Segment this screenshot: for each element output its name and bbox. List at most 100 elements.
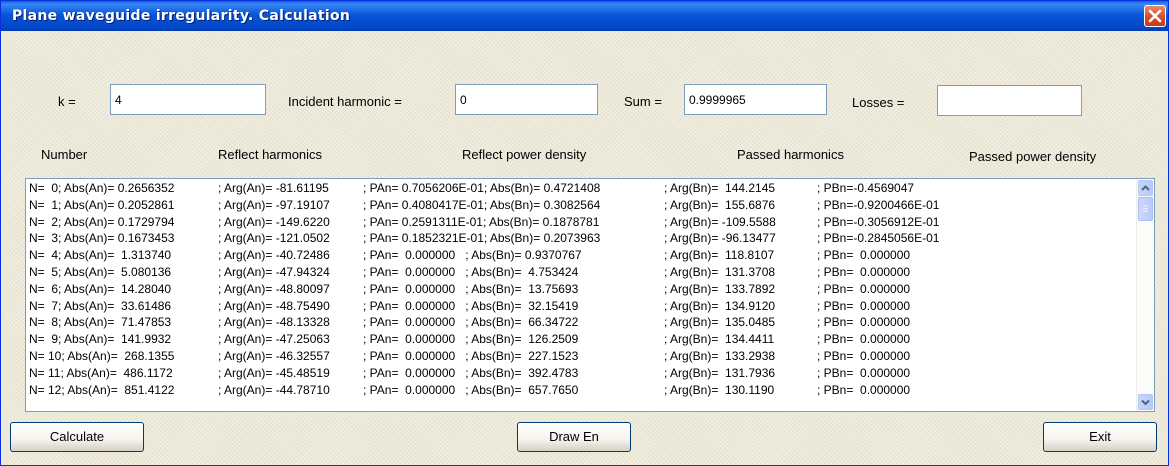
result-cell: ; PBn= 0.000000 <box>817 382 911 397</box>
result-cell: N= 0; Abs(An)= 0.2656352 <box>29 181 175 195</box>
result-row[interactable]: N= 12; Abs(An)= 851.4122 ; Arg(An)= -44.7… <box>29 382 1134 399</box>
client-area: k = Incident harmonic = Sum = Losses = N… <box>4 32 1164 464</box>
result-row[interactable]: N= 1; Abs(An)= 0.2052861 ; Arg(An)= -97.1… <box>29 197 1134 214</box>
result-cell: ; Arg(An)= -47.94324 <box>218 264 330 279</box>
result-cell: ; PAn= 0.000000 ; Abs(Bn)= 32.15419 <box>363 298 579 313</box>
result-row[interactable]: N= 10; Abs(An)= 268.1355 ; Arg(An)= -46.3… <box>29 348 1134 365</box>
sum-label: Sum = <box>624 94 662 109</box>
result-cell: ; PAn= 0.000000 ; Abs(Bn)= 0.9370767 <box>363 248 582 263</box>
column-header-passed-power-density: Passed power density <box>969 149 1097 164</box>
result-row[interactable]: N= 7; Abs(An)= 33.61486 ; Arg(An)= -48.75… <box>29 298 1134 315</box>
k-label: k = <box>58 94 76 109</box>
result-cell: N= 1; Abs(An)= 0.2052861 <box>29 197 175 212</box>
scroll-thumb[interactable] <box>1138 197 1153 221</box>
result-cell: ; PBn= 0.000000 <box>817 264 911 279</box>
result-row[interactable]: N= 9; Abs(An)= 141.9932 ; Arg(An)= -47.25… <box>29 331 1134 348</box>
result-row[interactable]: N= 3; Abs(An)= 0.1673453 ; Arg(An)= -121.… <box>29 230 1134 247</box>
column-header-reflect-harmonics: Reflect harmonics <box>218 147 323 162</box>
result-cell: ; PAn= 0.000000 ; Abs(Bn)= 13.75693 <box>363 281 579 296</box>
result-cell: N= 2; Abs(An)= 0.1729794 <box>29 214 175 229</box>
result-cell: ; PBn= 0.000000 <box>817 332 911 347</box>
result-cell: N= 5; Abs(An)= 5.080136 <box>29 264 172 279</box>
result-cell: N= 11; Abs(An)= 486.1172 <box>29 365 173 380</box>
result-cell: ; Arg(An)= -121.0502 <box>218 231 330 246</box>
result-cell: ; PAn= 0.000000 ; Abs(Bn)= 66.34722 <box>363 315 579 330</box>
result-cell: ; Arg(An)= -81.61195 <box>218 181 329 195</box>
scroll-up-arrow-icon <box>1141 185 1150 191</box>
result-cell: N= 8; Abs(An)= 71.47853 <box>29 315 172 330</box>
result-cell: ; Arg(Bn)= 135.0485 <box>664 315 776 330</box>
results-listbox[interactable]: N= 0; Abs(An)= 0.2656352 ; Arg(An)= -81.6… <box>25 178 1155 412</box>
result-cell: N= 6; Abs(An)= 14.28040 <box>29 281 172 296</box>
result-cell: ; PAn= 0.000000 ; Abs(Bn)= 657.7650 <box>363 382 579 397</box>
scroll-up-button[interactable] <box>1138 180 1153 196</box>
result-row[interactable]: N= 5; Abs(An)= 5.080136 ; Arg(An)= -47.94… <box>29 264 1134 281</box>
result-cell: ; PAn= 0.000000 ; Abs(Bn)= 227.1523 <box>363 348 579 363</box>
result-cell: ; Arg(An)= -97.19107 <box>218 197 330 212</box>
calculate-button[interactable]: Calculate <box>10 422 144 452</box>
results-rows: N= 0; Abs(An)= 0.2656352 ; Arg(An)= -81.6… <box>29 180 1134 398</box>
result-row[interactable]: N= 0; Abs(An)= 0.2656352 ; Arg(An)= -81.6… <box>29 180 1134 197</box>
close-button[interactable] <box>1144 5 1166 27</box>
result-cell: ; PAn= 0.000000 ; Abs(Bn)= 4.753424 <box>363 264 579 279</box>
result-cell: ; Arg(An)= -149.6220 <box>218 214 330 229</box>
result-cell: ; Arg(Bn)= -109.5588 <box>664 214 776 229</box>
result-cell: ; PAn= 0.7056206E-01; Abs(Bn)= 0.4721408 <box>363 181 601 195</box>
result-row[interactable]: N= 4; Abs(An)= 1.313740 ; Arg(An)= -40.72… <box>29 247 1134 264</box>
result-cell: ; Arg(An)= -40.72486 <box>218 248 330 263</box>
result-cell: ; Arg(Bn)= 131.7936 <box>664 365 776 380</box>
result-cell: N= 4; Abs(An)= 1.313740 <box>29 248 172 263</box>
vertical-scrollbar[interactable] <box>1136 179 1154 411</box>
scroll-down-button[interactable] <box>1138 394 1153 410</box>
incident-harmonic-label: Incident harmonic = <box>288 94 402 109</box>
result-cell: ; PBn=-0.4569047 <box>817 181 915 195</box>
k-input[interactable] <box>110 84 266 115</box>
title-bar[interactable]: Plane waveguide irregularity. Calculatio… <box>1 1 1168 31</box>
close-icon <box>1148 9 1162 23</box>
result-cell: ; Arg(An)= -44.78710 <box>218 382 330 397</box>
result-cell: ; PBn=-0.2845056E-01 <box>817 231 940 246</box>
incident-harmonic-input[interactable] <box>455 84 598 115</box>
exit-button[interactable]: Exit <box>1043 422 1157 452</box>
result-cell: ; Arg(Bn)= 130.1190 <box>664 382 775 397</box>
sum-input[interactable] <box>684 84 827 115</box>
result-cell: ; PBn= 0.000000 <box>817 315 911 330</box>
result-cell: N= 12; Abs(An)= 851.4122 <box>29 382 175 397</box>
result-cell: ; Arg(An)= -46.32557 <box>218 348 330 363</box>
draw-en-button[interactable]: Draw En <box>517 422 631 452</box>
result-cell: ; Arg(Bn)= 133.2938 <box>664 348 776 363</box>
result-row[interactable]: N= 8; Abs(An)= 71.47853 ; Arg(An)= -48.13… <box>29 314 1134 331</box>
result-cell: ; Arg(An)= -45.48519 <box>218 365 330 380</box>
column-header-passed-harmonics: Passed harmonics <box>737 147 844 162</box>
result-cell: ; Arg(Bn)= 134.4411 <box>664 332 775 347</box>
result-cell: ; PBn= 0.000000 <box>817 348 911 363</box>
losses-input[interactable] <box>937 85 1082 116</box>
result-cell: ; PBn= 0.000000 <box>817 281 911 296</box>
result-cell: ; Arg(Bn)= 155.6876 <box>664 197 776 212</box>
result-cell: ; PAn= 0.1852321E-01; Abs(Bn)= 0.2073963 <box>363 231 601 246</box>
result-cell: ; Arg(Bn)= 133.7892 <box>664 281 776 296</box>
window-title: Plane waveguide irregularity. Calculatio… <box>12 8 351 24</box>
calculation-window: Plane waveguide irregularity. Calculatio… <box>0 0 1169 466</box>
result-cell: ; PAn= 0.000000 ; Abs(Bn)= 392.4783 <box>363 365 579 380</box>
result-row[interactable]: N= 11; Abs(An)= 486.1172 ; Arg(An)= -45.4… <box>29 365 1134 382</box>
losses-label: Losses = <box>852 95 905 110</box>
result-cell: ; PBn= 0.000000 <box>817 248 911 263</box>
result-cell: ; PBn=-0.9200466E-01 <box>817 197 940 212</box>
result-cell: N= 9; Abs(An)= 141.9932 <box>29 332 172 347</box>
column-header-reflect-power-density: Reflect power density <box>462 147 587 162</box>
result-cell: ; PAn= 0.2591311E-01; Abs(Bn)= 0.1878781 <box>363 214 600 229</box>
result-row[interactable]: N= 2; Abs(An)= 0.1729794 ; Arg(An)= -149.… <box>29 214 1134 231</box>
result-cell: ; Arg(Bn)= 144.2145 <box>664 181 776 195</box>
result-cell: ; Arg(An)= -47.25063 <box>218 332 330 347</box>
result-row[interactable]: N= 6; Abs(An)= 14.28040 ; Arg(An)= -48.80… <box>29 281 1134 298</box>
result-cell: ; Arg(Bn)= 118.8107 <box>664 248 775 263</box>
result-cell: ; PAn= 0.4080417E-01; Abs(Bn)= 0.3082564 <box>363 197 601 212</box>
result-cell: ; PBn= 0.000000 <box>817 298 911 313</box>
scroll-thumb-grip-icon <box>1143 205 1148 212</box>
scroll-down-arrow-icon <box>1141 399 1150 406</box>
result-cell: ; PBn= 0.000000 <box>817 365 911 380</box>
result-cell: ; Arg(An)= -48.75490 <box>218 298 330 313</box>
result-cell: ; Arg(Bn)= 134.9120 <box>664 298 776 313</box>
result-cell: ; PAn= 0.000000 ; Abs(Bn)= 126.2509 <box>363 332 579 347</box>
